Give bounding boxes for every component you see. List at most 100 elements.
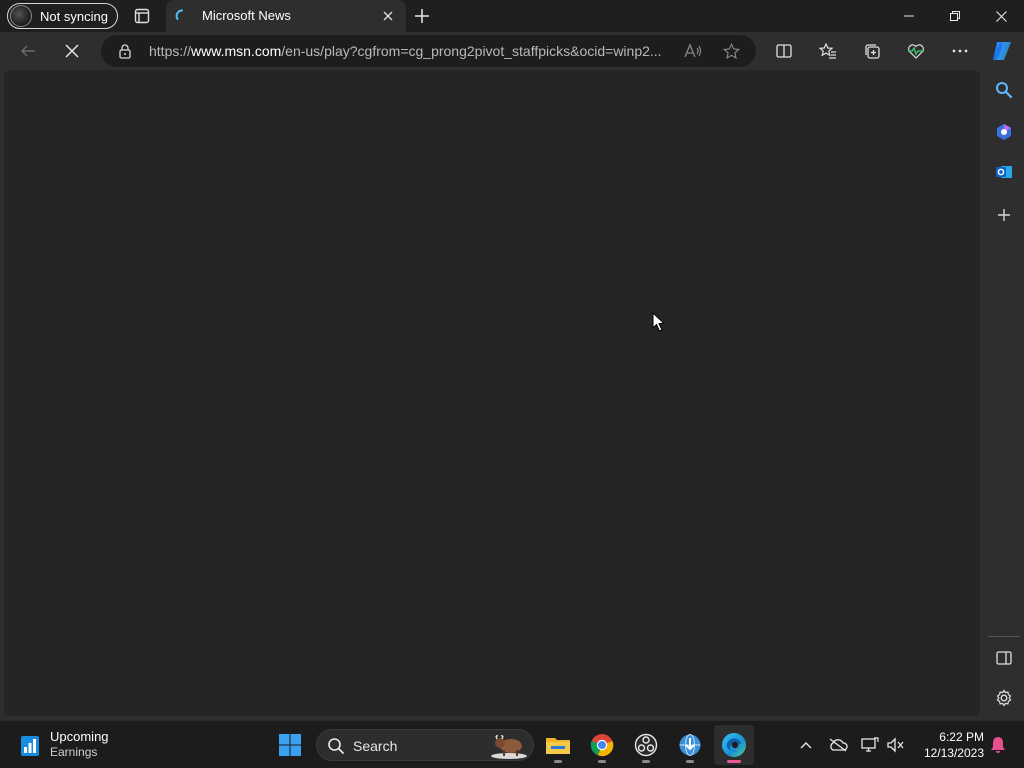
stock-chart-icon (21, 736, 39, 756)
sidebar-add-button[interactable] (990, 201, 1018, 229)
network-tray-button[interactable] (858, 733, 882, 757)
profile-label: Not syncing (40, 8, 108, 24)
close-window-button[interactable] (978, 0, 1024, 32)
obs-icon (634, 733, 658, 757)
running-indicator (642, 760, 650, 763)
tab-close-button[interactable] (380, 8, 396, 24)
windows-taskbar: Upcoming Earnings Search 6:22 PM 12/13/2… (0, 720, 1024, 768)
chrome-icon (590, 734, 614, 757)
settings-more-button[interactable] (946, 37, 974, 65)
taskbar-chrome[interactable] (582, 725, 622, 765)
new-tab-button[interactable] (410, 4, 434, 28)
widgets-button[interactable]: Upcoming Earnings (16, 727, 136, 763)
add-favorite-button[interactable] (719, 39, 743, 63)
running-indicator (686, 760, 694, 763)
settings-icon (996, 689, 1012, 707)
favorites-list-icon (819, 43, 836, 59)
widget-title: Upcoming (50, 729, 109, 744)
outlook-icon (996, 166, 1012, 178)
volume-tray-button[interactable] (884, 733, 908, 757)
url-prefix: https:// (149, 43, 192, 59)
close-icon (383, 11, 393, 21)
globe-download-icon (679, 734, 701, 756)
url-text[interactable]: https://www.msn.com/en-us/play?cgfrom=cg… (149, 43, 679, 61)
web-page-view[interactable] (4, 70, 980, 716)
search-icon (996, 82, 1013, 99)
favorites-button[interactable] (814, 37, 842, 65)
mouse-cursor-icon (652, 312, 666, 332)
browser-essentials-button[interactable] (902, 37, 930, 65)
tab-title: Microsoft News (202, 8, 291, 23)
edge-sidebar (984, 70, 1024, 720)
read-aloud-icon (684, 43, 702, 58)
folder-icon (546, 738, 570, 754)
loading-spinner-icon (175, 9, 183, 20)
search-highlight-icon (491, 735, 527, 759)
read-aloud-button[interactable] (681, 39, 705, 63)
back-button[interactable] (14, 37, 42, 65)
ellipsis-icon (952, 49, 968, 53)
taskbar-search[interactable]: Search (316, 729, 534, 761)
browser-toolbar: https://www.msn.com/en-us/play?cgfrom=cg… (0, 32, 1024, 70)
network-icon (861, 737, 879, 752)
clock-date: 12/13/2023 (923, 746, 984, 760)
tab-microsoft-news[interactable]: Microsoft News (166, 0, 406, 32)
minimize-button[interactable] (886, 0, 932, 32)
taskbar-app-installer[interactable] (670, 725, 710, 765)
chevron-up-icon (800, 742, 812, 749)
split-screen-icon (776, 44, 792, 58)
back-arrow-icon (20, 45, 35, 57)
notifications-button[interactable] (986, 733, 1010, 757)
taskbar-edge[interactable] (714, 725, 754, 765)
sidebar-settings-button[interactable] (990, 684, 1018, 712)
copilot-icon (993, 42, 1011, 60)
widget-subtitle: Earnings (50, 745, 98, 759)
clock-time: 6:22 PM (939, 730, 984, 744)
add-icon (998, 209, 1010, 221)
tab-actions-icon (134, 8, 150, 24)
copilot-icon (997, 124, 1011, 140)
collections-button[interactable] (858, 37, 886, 65)
onedrive-tray-button[interactable] (826, 733, 850, 757)
address-bar[interactable]: https://www.msn.com/en-us/play?cgfrom=cg… (101, 35, 756, 67)
running-indicator (554, 760, 562, 763)
bell-icon (991, 737, 1005, 753)
stop-loading-icon (65, 44, 79, 58)
restore-button[interactable] (932, 0, 978, 32)
taskbar-obs[interactable] (626, 725, 666, 765)
search-icon (328, 738, 344, 754)
show-hidden-icons-button[interactable] (794, 733, 818, 757)
collections-icon (864, 43, 880, 59)
hide-sidebar-icon (996, 651, 1012, 665)
sidebar-outlook-button[interactable] (990, 158, 1018, 186)
tab-actions-button[interactable] (128, 4, 156, 28)
running-indicator (598, 760, 606, 763)
url-path: /en-us/play?cgfrom=cg_prong2pivot_staffp… (281, 43, 662, 59)
star-icon (722, 42, 740, 59)
windows-logo-icon (279, 734, 301, 756)
url-host: www.msn.com (191, 43, 282, 59)
profile-button[interactable]: Not syncing (7, 3, 118, 29)
profile-avatar (10, 5, 32, 27)
sidebar-copilot-button[interactable] (990, 118, 1018, 146)
stop-loading-button[interactable] (58, 37, 86, 65)
heart-pulse-icon (908, 44, 924, 59)
edge-icon (722, 733, 746, 757)
sidebar-search-button[interactable] (990, 76, 1018, 104)
hide-sidebar-button[interactable] (990, 644, 1018, 672)
lock-icon[interactable] (117, 43, 133, 59)
taskbar-clock[interactable]: 6:22 PM 12/13/2023 (914, 729, 984, 761)
close-icon (995, 10, 1007, 22)
copilot-button[interactable] (988, 37, 1016, 65)
content-frame (0, 70, 984, 720)
taskbar-file-explorer[interactable] (538, 725, 578, 765)
onedrive-offline-icon (829, 738, 848, 752)
title-bar: Not syncing Microsoft News (0, 0, 1024, 32)
start-button[interactable] (270, 725, 310, 765)
plus-icon (415, 9, 429, 23)
search-label: Search (353, 738, 398, 754)
split-screen-button[interactable] (770, 37, 798, 65)
sidebar-divider (988, 636, 1020, 637)
volume-muted-icon (887, 737, 904, 753)
running-indicator (727, 760, 741, 763)
